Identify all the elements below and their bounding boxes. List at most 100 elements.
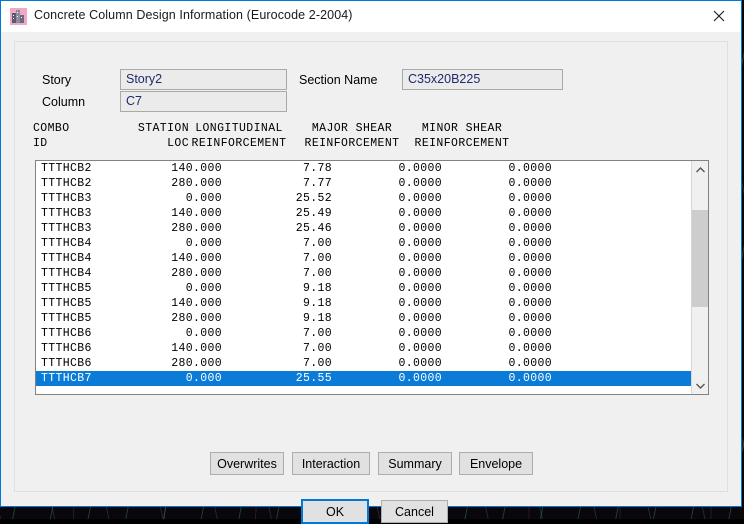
cell-station: 0.000 [185,237,222,250]
cell-longitudinal: 25.55 [295,372,332,385]
table-row[interactable]: TTTHCB3 280.000 25.46 0.0000 0.0000 [36,221,692,236]
cell-longitudinal: 7.00 [302,267,332,280]
table-row[interactable]: TTTHCB6 140.000 7.00 0.0000 0.0000 [36,341,692,356]
cell-minor: 0.0000 [508,177,552,190]
dialog-client-area: Story Story2 Column C7 Section Name C35x… [1,32,741,524]
header-minor-shear-line1: MINOR SHEAR [421,122,503,135]
cell-station: 280.000 [171,222,222,235]
cell-minor: 0.0000 [508,342,552,355]
cell-major: 0.0000 [398,372,442,385]
table-row[interactable]: TTTHCB2 140.000 7.78 0.0000 0.0000 [36,161,692,176]
cell-minor: 0.0000 [508,222,552,235]
cell-minor: 0.0000 [508,162,552,175]
cell-station: 0.000 [185,372,222,385]
cell-longitudinal: 9.18 [302,297,332,310]
cell-combo: TTTHCB4 [41,252,92,265]
cell-longitudinal: 7.00 [302,252,332,265]
cell-station: 0.000 [185,192,222,205]
table-row[interactable]: TTTHCB5 0.000 9.18 0.0000 0.0000 [36,281,692,296]
design-results-listbox[interactable]: TTTHCB2 140.000 7.78 0.0000 0.0000 TTTHCB2 280… [35,160,709,395]
cell-major: 0.0000 [398,222,442,235]
cell-combo: TTTHCB4 [41,237,92,250]
scrollbar-track[interactable] [692,178,708,377]
cell-station: 280.000 [171,267,222,280]
header-station-line1: STATION [137,122,189,135]
listbox-rows-container: TTTHCB2 140.000 7.78 0.0000 0.0000 TTTHCB2 280… [36,161,692,394]
table-row[interactable]: TTTHCB6 0.000 7.00 0.0000 0.0000 [36,326,692,341]
table-row[interactable]: TTTHCB5 140.000 9.18 0.0000 0.0000 [36,296,692,311]
cell-combo: TTTHCB4 [41,267,92,280]
cell-major: 0.0000 [398,207,442,220]
table-row[interactable]: TTTHCB2 280.000 7.77 0.0000 0.0000 [36,176,692,191]
summary-button[interactable]: Summary [378,452,452,475]
cell-major: 0.0000 [398,162,442,175]
cell-longitudinal: 7.78 [302,162,332,175]
cell-station: 140.000 [171,207,222,220]
header-longitudinal-line1: LONGITUDINAL [195,122,283,135]
cell-minor: 0.0000 [508,267,552,280]
cell-minor: 0.0000 [508,297,552,310]
cell-major: 0.0000 [398,327,442,340]
cell-minor: 0.0000 [508,207,552,220]
scrollbar-thumb[interactable] [692,210,708,307]
cell-minor: 0.0000 [508,237,552,250]
story-field[interactable]: Story2 [120,69,287,90]
cell-combo: TTTHCB3 [41,222,92,235]
cell-station: 0.000 [185,282,222,295]
listbox-scrollbar[interactable] [691,161,708,394]
title-bar[interactable]: Concrete Column Design Information (Euro… [1,1,741,33]
header-major-shear-line2: REINFORCEMENT [304,137,400,150]
close-icon [713,10,724,22]
header-major-shear-line1: MAJOR SHEAR [311,122,393,135]
concrete-column-design-dialog: Concrete Column Design Information (Euro… [0,0,742,524]
cell-combo: TTTHCB2 [41,177,92,190]
header-combo-line2: ID [33,137,48,150]
cell-longitudinal: 25.46 [295,222,332,235]
overwrites-button[interactable]: Overwrites [210,452,284,475]
cell-station: 140.000 [171,252,222,265]
cell-minor: 0.0000 [508,282,552,295]
table-row[interactable]: TTTHCB3 0.000 25.52 0.0000 0.0000 [36,191,692,206]
cell-longitudinal: 7.00 [302,237,332,250]
cell-station: 280.000 [171,177,222,190]
section-name-label: Section Name [299,73,378,87]
table-row[interactable]: TTTHCB7 0.000 25.55 0.0000 0.0000 [36,371,692,386]
cell-longitudinal: 9.18 [302,282,332,295]
cell-longitudinal: 7.00 [302,342,332,355]
table-row[interactable]: TTTHCB4 280.000 7.00 0.0000 0.0000 [36,266,692,281]
scroll-up-arrow-icon[interactable] [692,161,708,178]
cell-major: 0.0000 [398,282,442,295]
cell-major: 0.0000 [398,177,442,190]
cell-combo: TTTHCB7 [41,372,92,385]
cancel-button[interactable]: Cancel [381,500,448,523]
cell-major: 0.0000 [398,267,442,280]
cell-major: 0.0000 [398,192,442,205]
window-title: Concrete Column Design Information (Euro… [34,8,353,22]
cell-longitudinal: 7.00 [302,357,332,370]
scroll-down-arrow-icon[interactable] [692,377,708,394]
table-row[interactable]: TTTHCB3 140.000 25.49 0.0000 0.0000 [36,206,692,221]
cell-station: 280.000 [171,357,222,370]
section-name-field[interactable]: C35x20B225 [402,69,563,90]
cell-combo: TTTHCB3 [41,192,92,205]
cell-major: 0.0000 [398,297,442,310]
cell-combo: TTTHCB5 [41,282,92,295]
cell-combo: TTTHCB5 [41,312,92,325]
etabs-building-icon [10,8,27,25]
cell-minor: 0.0000 [508,192,552,205]
ok-button[interactable]: OK [301,499,369,524]
column-field[interactable]: C7 [120,91,287,112]
table-row[interactable]: TTTHCB4 140.000 7.00 0.0000 0.0000 [36,251,692,266]
table-row[interactable]: TTTHCB4 0.000 7.00 0.0000 0.0000 [36,236,692,251]
close-button[interactable] [696,1,741,31]
interaction-button[interactable]: Interaction [292,452,370,475]
table-row[interactable]: TTTHCB5 280.000 9.18 0.0000 0.0000 [36,311,692,326]
header-longitudinal-line2: REINFORCEMENT [191,137,287,150]
dialog-panel: Story Story2 Column C7 Section Name C35x… [14,41,728,524]
column-label: Column [42,95,86,109]
table-row[interactable]: TTTHCB6 280.000 7.00 0.0000 0.0000 [36,356,692,371]
cell-minor: 0.0000 [508,252,552,265]
cell-combo: TTTHCB6 [41,327,92,340]
envelope-button[interactable]: Envelope [459,452,533,475]
cell-major: 0.0000 [398,237,442,250]
